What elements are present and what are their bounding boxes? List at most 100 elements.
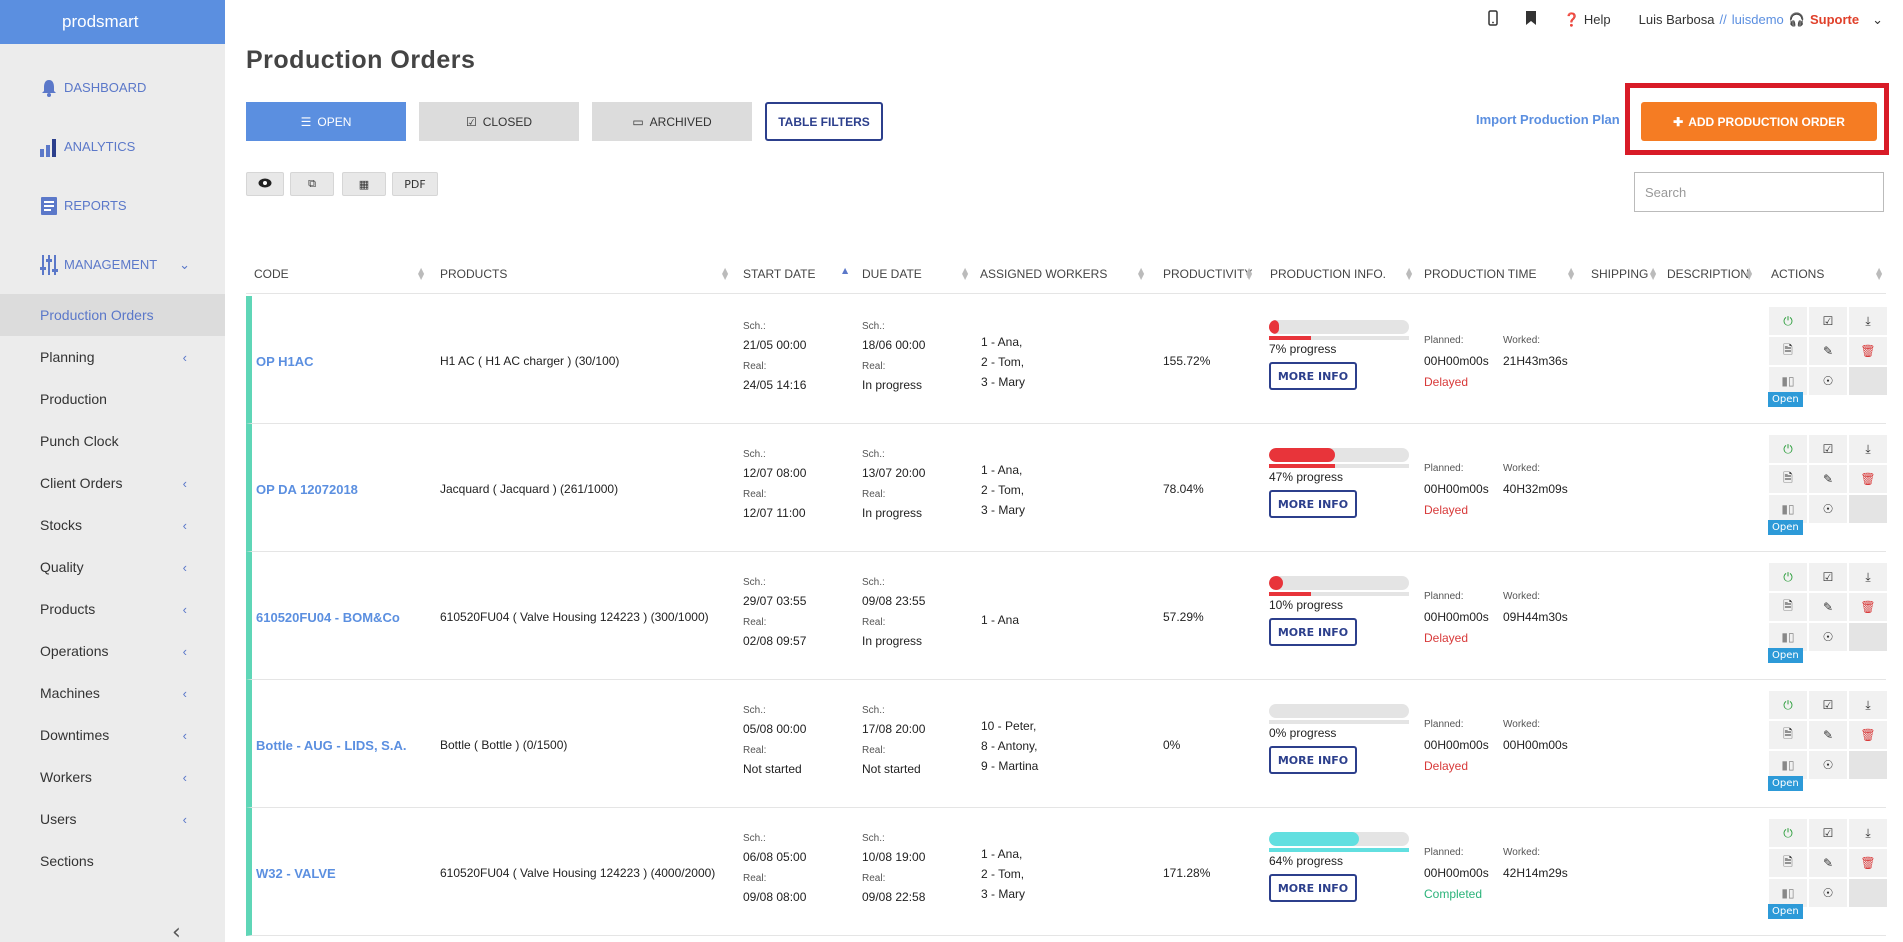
order-code-link[interactable]: W32 - VALVE: [256, 866, 336, 881]
col-assigned-workers[interactable]: ASSIGNED WORKERS: [980, 254, 1107, 294]
sidebar-item-users[interactable]: Users ‹: [0, 798, 225, 840]
edit-icon[interactable]: ✎: [1808, 336, 1848, 366]
add-production-order-button[interactable]: ✚ ADD PRODUCTION ORDER: [1641, 102, 1877, 141]
sort-icon[interactable]: ▲ ▼: [1746, 267, 1752, 281]
sort-icon[interactable]: ▲ ▼: [418, 267, 424, 281]
col-start-date[interactable]: START DATE: [743, 254, 815, 294]
sidebar-item-planning[interactable]: Planning ‹: [0, 336, 225, 378]
order-code-link[interactable]: OP DA 12072018: [256, 482, 358, 497]
check-icon[interactable]: ☑: [1808, 434, 1848, 464]
col-production-info[interactable]: PRODUCTION INFO.: [1270, 254, 1386, 294]
tab-closed[interactable]: ☑ CLOSED: [419, 102, 579, 141]
sort-icon[interactable]: ▲ ▼: [1138, 267, 1144, 281]
document-icon[interactable]: 🗎: [1768, 848, 1808, 878]
excel-export-button[interactable]: ▦: [342, 172, 386, 196]
view-columns-button[interactable]: [246, 172, 284, 196]
pdf-export-button[interactable]: PDF: [392, 172, 438, 196]
mobile-icon[interactable]: [1487, 10, 1498, 29]
check-icon[interactable]: ☑: [1808, 818, 1848, 848]
check-icon[interactable]: ☑: [1808, 690, 1848, 720]
hierarchy-icon[interactable]: ☉: [1808, 750, 1848, 780]
check-icon[interactable]: ☑: [1808, 562, 1848, 592]
power-icon[interactable]: ⏻: [1768, 690, 1808, 720]
col-production-time[interactable]: PRODUCTION TIME: [1424, 254, 1536, 294]
col-description[interactable]: DESCRIPTION: [1667, 254, 1749, 294]
order-code-link[interactable]: 610520FU04 - BOM&Co: [256, 610, 400, 625]
edit-icon[interactable]: ✎: [1808, 592, 1848, 622]
order-code-link[interactable]: Bottle - AUG - LIDS, S.A.: [256, 738, 406, 753]
collapse-sidebar-icon[interactable]: ‹: [172, 920, 181, 942]
more-info-button[interactable]: MORE INFO: [1269, 362, 1357, 390]
table-filters-button[interactable]: TABLE FILTERS: [765, 102, 883, 141]
sort-icon[interactable]: ▲ ▼: [962, 267, 968, 281]
sidebar-item-workers[interactable]: Workers ‹: [0, 756, 225, 798]
col-due-date[interactable]: DUE DATE: [862, 254, 922, 294]
delete-icon[interactable]: 🗑: [1848, 464, 1888, 494]
sort-icon[interactable]: ▲ ▼: [1246, 267, 1252, 281]
delete-icon[interactable]: 🗑: [1848, 848, 1888, 878]
document-icon[interactable]: 🗎: [1768, 592, 1808, 622]
nav-reports[interactable]: REPORTS: [0, 176, 225, 235]
hierarchy-icon[interactable]: ☉: [1808, 622, 1848, 652]
download-icon[interactable]: ⤓: [1848, 690, 1888, 720]
edit-icon[interactable]: ✎: [1808, 720, 1848, 750]
order-code-link[interactable]: OP H1AC: [256, 354, 314, 369]
sidebar-item-quality[interactable]: Quality ‹: [0, 546, 225, 588]
copy-button[interactable]: ⧉: [290, 172, 334, 196]
nav-management[interactable]: MANAGEMENT ⌄: [0, 235, 225, 294]
sidebar-item-operations[interactable]: Operations ‹: [0, 630, 225, 672]
col-products[interactable]: PRODUCTS: [440, 254, 507, 294]
brand-logo[interactable]: prodsmart: [0, 0, 225, 44]
delete-icon[interactable]: 🗑: [1848, 720, 1888, 750]
nav-dashboard[interactable]: DASHBOARD: [0, 58, 225, 117]
download-icon[interactable]: ⤓: [1848, 818, 1888, 848]
download-icon[interactable]: ⤓: [1848, 562, 1888, 592]
document-icon[interactable]: 🗎: [1768, 464, 1808, 494]
sidebar-item-client-orders[interactable]: Client Orders ‹: [0, 462, 225, 504]
col-code[interactable]: CODE: [254, 254, 289, 294]
edit-icon[interactable]: ✎: [1808, 464, 1848, 494]
sidebar-item-machines[interactable]: Machines ‹: [0, 672, 225, 714]
sidebar-item-products[interactable]: Products ‹: [0, 588, 225, 630]
download-icon[interactable]: ⤓: [1848, 434, 1888, 464]
search-input[interactable]: [1634, 172, 1884, 212]
delete-icon[interactable]: 🗑: [1848, 592, 1888, 622]
hierarchy-icon[interactable]: ☉: [1808, 878, 1848, 908]
sidebar-item-production[interactable]: Production: [0, 378, 225, 420]
sort-icon[interactable]: ▲ ▼: [1876, 267, 1882, 281]
sidebar-item-downtimes[interactable]: Downtimes ‹: [0, 714, 225, 756]
hierarchy-icon[interactable]: ☉: [1808, 366, 1848, 396]
power-icon[interactable]: ⏻: [1768, 818, 1808, 848]
edit-icon[interactable]: ✎: [1808, 848, 1848, 878]
sidebar-item-production-orders[interactable]: Production Orders: [0, 294, 225, 336]
sidebar-item-punch-clock[interactable]: Punch Clock: [0, 420, 225, 462]
sidebar-item-sections[interactable]: Sections: [0, 840, 225, 882]
document-icon[interactable]: 🗎: [1768, 336, 1808, 366]
check-icon[interactable]: ☑: [1808, 306, 1848, 336]
tab-archived[interactable]: ▭ ARCHIVED: [592, 102, 752, 141]
sort-icon[interactable]: ▲ ▼: [722, 267, 728, 281]
more-info-button[interactable]: MORE INFO: [1269, 490, 1357, 518]
bookmark-icon[interactable]: [1525, 11, 1536, 28]
sort-icon[interactable]: ▲ ▼: [1650, 267, 1656, 281]
sort-icon[interactable]: ▲ ▼: [1568, 267, 1574, 281]
sort-asc-icon[interactable]: ▲: [842, 267, 848, 275]
col-productivity[interactable]: PRODUCTIVITY: [1163, 254, 1252, 294]
import-production-plan-link[interactable]: Import Production Plan: [1476, 112, 1636, 127]
sort-icon[interactable]: ▲ ▼: [1406, 267, 1412, 281]
help-link[interactable]: ❓ Help: [1564, 12, 1611, 28]
tab-open[interactable]: ☰ OPEN: [246, 102, 406, 141]
hierarchy-icon[interactable]: ☉: [1808, 494, 1848, 524]
nav-analytics[interactable]: ANALYTICS: [0, 117, 225, 176]
power-icon[interactable]: ⏻: [1768, 434, 1808, 464]
col-shipping[interactable]: SHIPPING: [1591, 254, 1648, 294]
more-info-button[interactable]: MORE INFO: [1269, 746, 1357, 774]
delete-icon[interactable]: 🗑: [1848, 336, 1888, 366]
power-icon[interactable]: ⏻: [1768, 306, 1808, 336]
download-icon[interactable]: ⤓: [1848, 306, 1888, 336]
more-info-button[interactable]: MORE INFO: [1269, 618, 1357, 646]
sidebar-item-stocks[interactable]: Stocks ‹: [0, 504, 225, 546]
user-menu[interactable]: Luis Barbosa // luisdemo 🎧 Suporte ⌄: [1639, 12, 1883, 28]
document-icon[interactable]: 🗎: [1768, 720, 1808, 750]
more-info-button[interactable]: MORE INFO: [1269, 874, 1357, 902]
